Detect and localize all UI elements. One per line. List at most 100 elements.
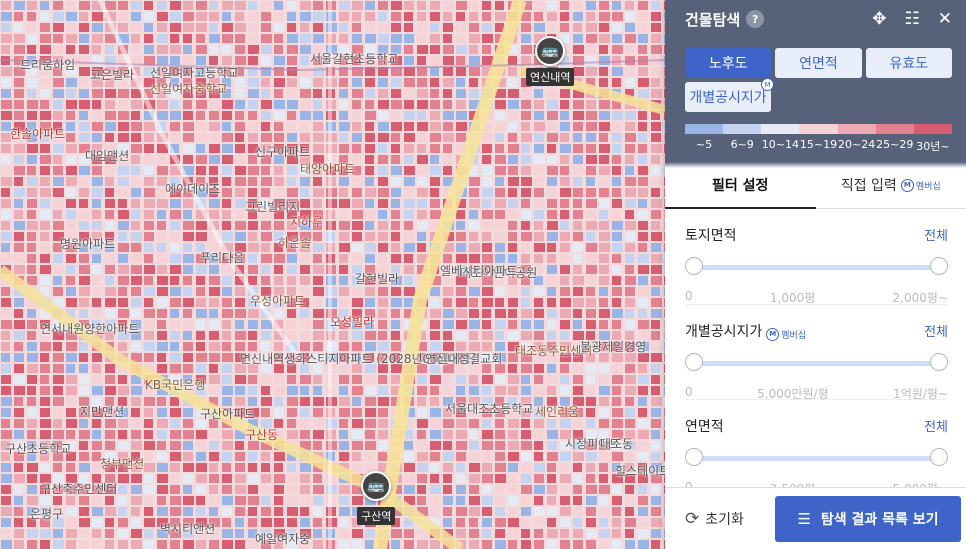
station-yeonsinnae-label: 연신내역: [526, 68, 575, 86]
mode-efficiency-button[interactable]: 유효도: [865, 48, 952, 78]
map-place-label: 명원아파트: [60, 237, 116, 251]
panel-footer: ⟳ 초기화 ☰ 탐색 결과 목록 보기: [665, 487, 966, 549]
range-slider[interactable]: [685, 448, 948, 468]
legend-swatch: [723, 124, 762, 134]
filter-settings-icon[interactable]: ☷: [905, 9, 920, 29]
move-icon[interactable]: ✥: [872, 9, 886, 29]
range-slider[interactable]: [685, 353, 948, 373]
legend-label: ~5: [695, 138, 713, 151]
legend-swatches: [685, 124, 952, 134]
station-gusan-label: 구산역: [357, 507, 396, 525]
slider-max-handle[interactable]: [930, 448, 948, 466]
map-place-label: 연서내원양한아파트: [40, 322, 140, 336]
membership-icon: M: [900, 178, 914, 192]
legend-label: 10~14: [761, 138, 799, 151]
filter-all-link[interactable]: 전체: [924, 225, 948, 245]
map-place-label: 하은솔: [278, 236, 312, 250]
list-icon: ☰: [797, 509, 811, 528]
membership-badge-label: 멤버십: [915, 181, 941, 192]
slider-tick: 5,000만원/평: [757, 387, 829, 401]
map-place-label: 푸리다음: [200, 251, 245, 265]
legend-label: 25~29: [876, 138, 914, 151]
panel-title: 건물탐색: [685, 10, 741, 29]
slider-min-handle[interactable]: [685, 257, 703, 275]
filter-land-price: 개별공시지가 M 멤버십 전체 0 5,000만원/평 1억원/평~: [685, 304, 948, 401]
map-place-label: 구산아파트: [200, 407, 256, 421]
map-place-label: 한솔아파트: [10, 127, 66, 141]
filter-floor-area: 연면적전체 02,500평5,000평~: [685, 399, 948, 496]
map-place-label: KB국민은행: [145, 378, 206, 392]
mode-toggle-group: 노후도 연면적 유효도: [685, 48, 952, 78]
slider-min-handle[interactable]: [685, 353, 703, 371]
tab-filter-settings[interactable]: 필터 설정: [665, 162, 816, 209]
range-slider[interactable]: [685, 257, 948, 277]
slider-max-handle[interactable]: [930, 257, 948, 275]
map-place-label: 청부맨션: [100, 457, 145, 471]
help-icon[interactable]: ?: [746, 10, 765, 28]
legend-swatch: [913, 124, 952, 134]
map-place-label: 구산동: [245, 428, 279, 442]
membership-icon: M: [761, 78, 774, 91]
tab-direct-input-label: 직접 입력: [840, 178, 897, 194]
reset-button[interactable]: ⟳ 초기화: [685, 509, 775, 529]
slider-track: [693, 456, 940, 461]
building-search-panel: 건물탐색 ? ✥ ☷ ✕ 노후도 연면적 유효도 개별공시지가 M ~5 6~9: [665, 0, 966, 549]
map-place-label: 연신내성결교회: [425, 352, 503, 366]
slider-track: [693, 361, 940, 366]
map-place-label: 고은빌라: [90, 68, 135, 82]
map-place-label: 오성빌라: [330, 315, 375, 329]
view-results-button[interactable]: ☰ 탐색 결과 목록 보기: [775, 495, 961, 542]
filter-all-link[interactable]: 전체: [924, 416, 948, 436]
mode-land-price-button[interactable]: 개별공시지가 M: [685, 78, 774, 112]
view-results-label: 탐색 결과 목록 보기: [820, 511, 939, 528]
mode-floor-area-button[interactable]: 연면적: [775, 48, 862, 78]
tab-direct-input[interactable]: 직접 입력 M 멤버십: [816, 162, 966, 208]
legend-label: 6~9: [730, 138, 754, 151]
map-place-label: 갈현빌라: [355, 272, 400, 286]
panel-tabs: 필터 설정 직접 입력 M 멤버십: [665, 162, 966, 209]
map-place-label: 은평구: [30, 507, 64, 521]
mode-age-button[interactable]: 노후도: [685, 48, 772, 78]
slider-tick: 0: [685, 289, 693, 303]
legend-area: 노후도 연면적 유효도 개별공시지가 M ~5 6~9 10~14 15~19 …: [665, 38, 966, 168]
map-place-label: 태양아파트: [300, 162, 356, 176]
close-icon[interactable]: ✕: [938, 9, 952, 29]
slider-max-handle[interactable]: [930, 353, 948, 371]
map-place-label: 신구아파트: [255, 145, 311, 159]
map-place-label: 구산축주민센터: [40, 482, 118, 496]
map-place-label: 서울갈현초등학교: [310, 52, 399, 66]
legend-label: 30년~: [916, 140, 950, 153]
legend-label: 20~24: [838, 138, 876, 151]
map-place-label: 지하루: [290, 215, 324, 229]
legend-labels: ~5 6~9 10~14 15~19 20~24 25~29 30년~: [685, 138, 952, 154]
legend-swatch: [799, 124, 838, 134]
filter-label: 토지면적: [685, 228, 737, 244]
map-place-label: 대조동: [600, 437, 634, 451]
map-place-label: 대임맨션: [85, 149, 130, 163]
slider-tick: 2,000평~: [892, 291, 948, 305]
map-place-label: 예일여자중: [255, 532, 311, 546]
filter-land-area: 토지면적 전체 0 1,000평 2,000평~: [685, 209, 948, 305]
membership-badge: M 멤버십: [900, 178, 941, 192]
map-place-label: 지만맨션: [80, 405, 125, 419]
slider-tick: 1,000평: [769, 291, 816, 305]
station-yeonsinnae-icon[interactable]: 🚌: [535, 36, 565, 66]
legend-swatch: [875, 124, 914, 134]
legend-label: 15~19: [799, 138, 838, 151]
map-place-label: 트리움하임: [20, 58, 76, 72]
map-place-label: 세인리움: [535, 405, 580, 419]
mode-land-price-label: 개별공시지가: [689, 90, 767, 106]
map-place-label: 에이데이즈: [165, 182, 221, 196]
slider-tick: 0: [685, 385, 693, 399]
panel-header: 건물탐색 ? ✥ ☷ ✕: [665, 0, 966, 38]
station-gusan-icon[interactable]: 🚌: [361, 471, 391, 501]
filter-list: 토지면적 전체 0 1,000평 2,000평~ 개별공시지가 M 멤버십 전체 0 5,00…: [665, 209, 966, 496]
legend-swatch: [685, 124, 724, 134]
membership-badge-label: 멤버십: [781, 330, 807, 341]
map-place-label: 구산초등학교: [5, 442, 72, 456]
filter-all-link[interactable]: 전체: [924, 321, 948, 341]
membership-icon: M: [766, 327, 780, 341]
slider-track: [693, 265, 940, 270]
slider-min-handle[interactable]: [685, 448, 703, 466]
map-place-label: 우성아파트: [250, 294, 306, 308]
